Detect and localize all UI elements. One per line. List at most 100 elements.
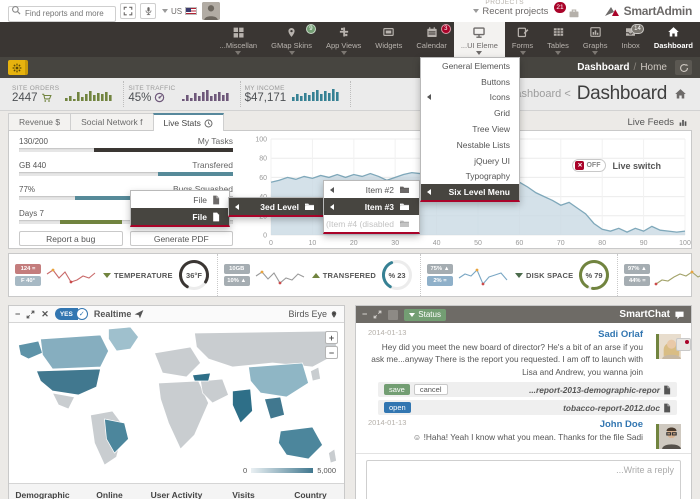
tab-social-network-f[interactable]: Social Network f bbox=[70, 113, 153, 130]
cancel-button[interactable]: cancel bbox=[414, 384, 448, 395]
attachment-name[interactable]: tobacco-report-2012.doc bbox=[563, 403, 671, 413]
menu-item-item-#3[interactable]: Item #3 bbox=[324, 198, 419, 215]
stat-sparkbars bbox=[182, 86, 232, 102]
map-zoom-in-button[interactable]: + bbox=[325, 331, 338, 344]
open-button[interactable]: open bbox=[384, 402, 411, 413]
menu-item-typography[interactable]: Typography bbox=[421, 169, 519, 185]
chat-messages: 2014-01-13Sadi OrlafHey did you meet the… bbox=[356, 323, 691, 453]
menu-item-item-#2[interactable]: Item #2 bbox=[324, 181, 419, 198]
nav-item-widgets[interactable]: Widgets bbox=[368, 22, 409, 57]
nav-item-tables[interactable]: Tables bbox=[540, 22, 576, 57]
table-header-demographic[interactable]: Demographic bbox=[9, 490, 76, 499]
panel-title: Birds Eye bbox=[288, 308, 338, 321]
menu-item-general-elements[interactable]: General Elements bbox=[421, 58, 519, 74]
menu-item-nestable-lists[interactable]: Nestable Lists bbox=[421, 137, 519, 153]
panel-title: SmartChat bbox=[619, 309, 685, 320]
settings-button[interactable] bbox=[8, 60, 28, 75]
menu-item-six-level-menu[interactable]: Six Level Menu bbox=[421, 184, 519, 200]
expand-icon[interactable] bbox=[373, 310, 382, 319]
language-selector[interactable]: US bbox=[162, 7, 197, 16]
realtime-toggle[interactable]: YES ✓ bbox=[55, 308, 88, 320]
progress-fill bbox=[94, 148, 233, 152]
gauge-wrap: % 79 bbox=[577, 258, 611, 292]
page-title-wrap: My Dashboard < Dashboard bbox=[490, 83, 692, 105]
briefcase-icon[interactable] bbox=[568, 8, 580, 19]
progress-fill bbox=[158, 172, 233, 176]
nav-item-gmap-skins[interactable]: 9GMap Skins bbox=[264, 22, 319, 57]
svg-text:0: 0 bbox=[263, 233, 267, 240]
message-author[interactable]: Sadi Orlaf bbox=[368, 329, 643, 340]
menu-item-buttons[interactable]: Buttons bbox=[421, 74, 519, 90]
nav-item--miscellan[interactable]: ...Miscellan bbox=[213, 22, 265, 57]
home-icon bbox=[673, 88, 688, 100]
menu-item-file[interactable]: File bbox=[131, 208, 229, 225]
recent-projects-dropdown[interactable]: Recent projects bbox=[473, 6, 548, 17]
nav-item-forms[interactable]: Forms bbox=[505, 22, 540, 57]
refresh-button[interactable] bbox=[675, 60, 692, 75]
status-dropdown[interactable]: Status bbox=[404, 309, 446, 321]
chat-bubble-icon bbox=[674, 310, 685, 320]
nav-item-label: GMap Skins bbox=[271, 41, 312, 50]
tab-revenue-[interactable]: Revenue $ bbox=[8, 113, 71, 130]
table-header-country[interactable]: Country bbox=[277, 490, 344, 499]
chat-message: 2014-01-13John Doe☺ !Haha! Yeah I know w… bbox=[368, 418, 683, 443]
voice-button[interactable] bbox=[140, 3, 156, 19]
collapse-icon[interactable]: − bbox=[15, 310, 20, 319]
progress-track bbox=[19, 148, 233, 152]
menu-item-jquery-ui[interactable]: jQuery UI bbox=[421, 153, 519, 169]
nav-item-graphs[interactable]: Graphs bbox=[576, 22, 615, 57]
attachment-name[interactable]: ...report-2013-demographic-repor bbox=[529, 385, 671, 395]
sparkline bbox=[45, 262, 99, 288]
menu-item-3ed-level[interactable]: 3ed Level bbox=[229, 198, 324, 215]
table-header-online[interactable]: Online bbox=[76, 490, 143, 499]
menu-item-file[interactable]: File bbox=[131, 191, 229, 208]
generate-pdf-button[interactable]: Generate PDF bbox=[130, 231, 234, 246]
table-header-user-activity[interactable]: User Activity bbox=[143, 490, 210, 499]
nav-item-label: ...UI Eleme bbox=[461, 41, 498, 50]
message-author[interactable]: John Doe bbox=[368, 419, 643, 430]
live-stat-label: Transfered bbox=[192, 160, 233, 170]
table-header-visits[interactable]: Visits bbox=[210, 490, 277, 499]
nav-item-label: Forms bbox=[512, 41, 533, 50]
live-switch: ✕ OFF Live switch bbox=[572, 159, 661, 172]
sparkbars-2 bbox=[292, 86, 342, 102]
chevron-down-icon bbox=[520, 51, 526, 55]
refresh-icon bbox=[679, 63, 689, 73]
us-flag-icon bbox=[185, 7, 197, 15]
user-avatar[interactable] bbox=[202, 2, 220, 20]
breadcrumb-dashboard[interactable]: Dashboard bbox=[577, 62, 629, 73]
widget-icon[interactable] bbox=[388, 310, 398, 320]
menu-item-tree-view[interactable]: Tree View bbox=[421, 121, 519, 137]
menu-item-grid[interactable]: Grid bbox=[421, 105, 519, 121]
file-icon bbox=[663, 403, 671, 413]
nav-item-label: Graphs bbox=[583, 41, 608, 50]
spark-widget-label: TEMPERATURE bbox=[114, 271, 173, 280]
nav-item-app-views[interactable]: App Views bbox=[319, 22, 368, 57]
report-a-bug-button[interactable]: Report a bug bbox=[19, 231, 123, 246]
save-button[interactable]: save bbox=[384, 384, 410, 395]
expand-icon[interactable] bbox=[26, 310, 35, 319]
breadcrumb-home[interactable]: Home bbox=[640, 62, 667, 73]
spark-widget-label: DISK SPACE bbox=[526, 271, 573, 280]
ribbon-bar: Dashboard / Home bbox=[0, 57, 700, 78]
gauge-wrap: % 23 bbox=[380, 258, 414, 292]
nav-item-calendar[interactable]: 3Calendar bbox=[409, 22, 453, 57]
toggle-off-button[interactable]: ✕ OFF bbox=[572, 159, 606, 172]
chevron-down-icon bbox=[473, 9, 479, 13]
stat-label: MY INCOME bbox=[245, 85, 287, 92]
reply-input[interactable] bbox=[366, 460, 681, 499]
projects-label: PROJECTS bbox=[485, 0, 524, 6]
close-icon[interactable]: ✕ bbox=[41, 310, 49, 319]
search-input[interactable] bbox=[8, 6, 116, 22]
world-map[interactable]: + − 0 5,000 bbox=[9, 323, 344, 483]
menu-item-label: Grid bbox=[494, 108, 510, 118]
menu-item-icons[interactable]: Icons bbox=[421, 90, 519, 106]
tab-live-stats[interactable]: Live Stats bbox=[153, 113, 224, 131]
map-zoom-out-button[interactable]: − bbox=[325, 346, 338, 359]
nav-item-inbox[interactable]: 14Inbox bbox=[614, 22, 646, 57]
collapse-icon[interactable]: − bbox=[362, 310, 367, 319]
fullscreen-button[interactable] bbox=[120, 3, 136, 19]
chevron-down-icon bbox=[341, 51, 347, 55]
nav-item-dashboard[interactable]: Dashboard bbox=[647, 22, 700, 57]
nav-item--ui-eleme[interactable]: ...UI Eleme bbox=[454, 22, 505, 57]
